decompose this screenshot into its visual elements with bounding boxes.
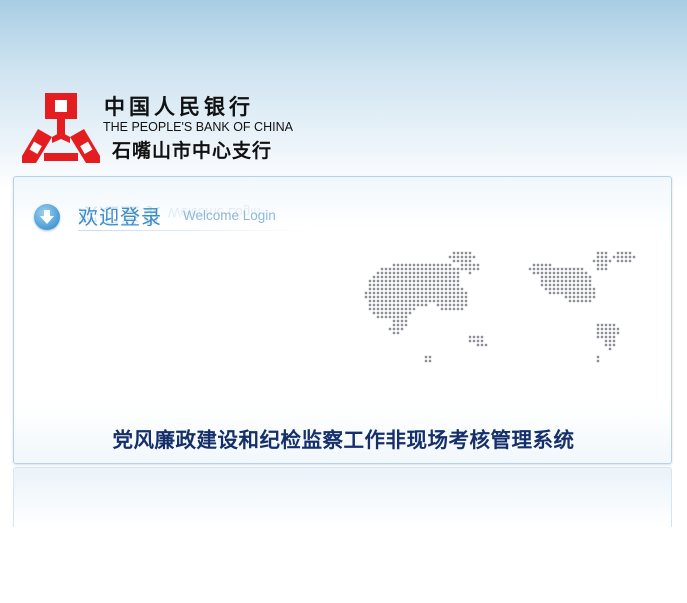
header: 中国人民银行 THE PEOPLE'S BANK OF CHINA 石嘴山市中心… — [0, 0, 687, 175]
bank-name-english: THE PEOPLE'S BANK OF CHINA — [103, 120, 293, 134]
panel-reflection — [13, 467, 672, 527]
login-panel: 欢迎登录 Welcome Login 欢迎登录 Welcome Login 党风廉… — [13, 176, 672, 464]
pboc-logo-icon — [22, 93, 100, 163]
dotted-world-map-icon — [364, 251, 636, 363]
divider — [78, 230, 308, 231]
welcome-title: 欢迎登录 — [78, 205, 162, 229]
down-arrow-circle-icon — [34, 204, 60, 230]
bank-name-chinese: 中国人民银行 — [104, 94, 254, 119]
branch-name: 石嘴山市中心支行 — [112, 140, 273, 162]
welcome-subtitle: Welcome Login — [183, 208, 276, 223]
welcome-header: 欢迎登录 Welcome Login 欢迎登录 Welcome Login — [34, 201, 324, 251]
system-title: 党风廉政建设和纪检监察工作非现场考核管理系统 — [112, 428, 575, 452]
